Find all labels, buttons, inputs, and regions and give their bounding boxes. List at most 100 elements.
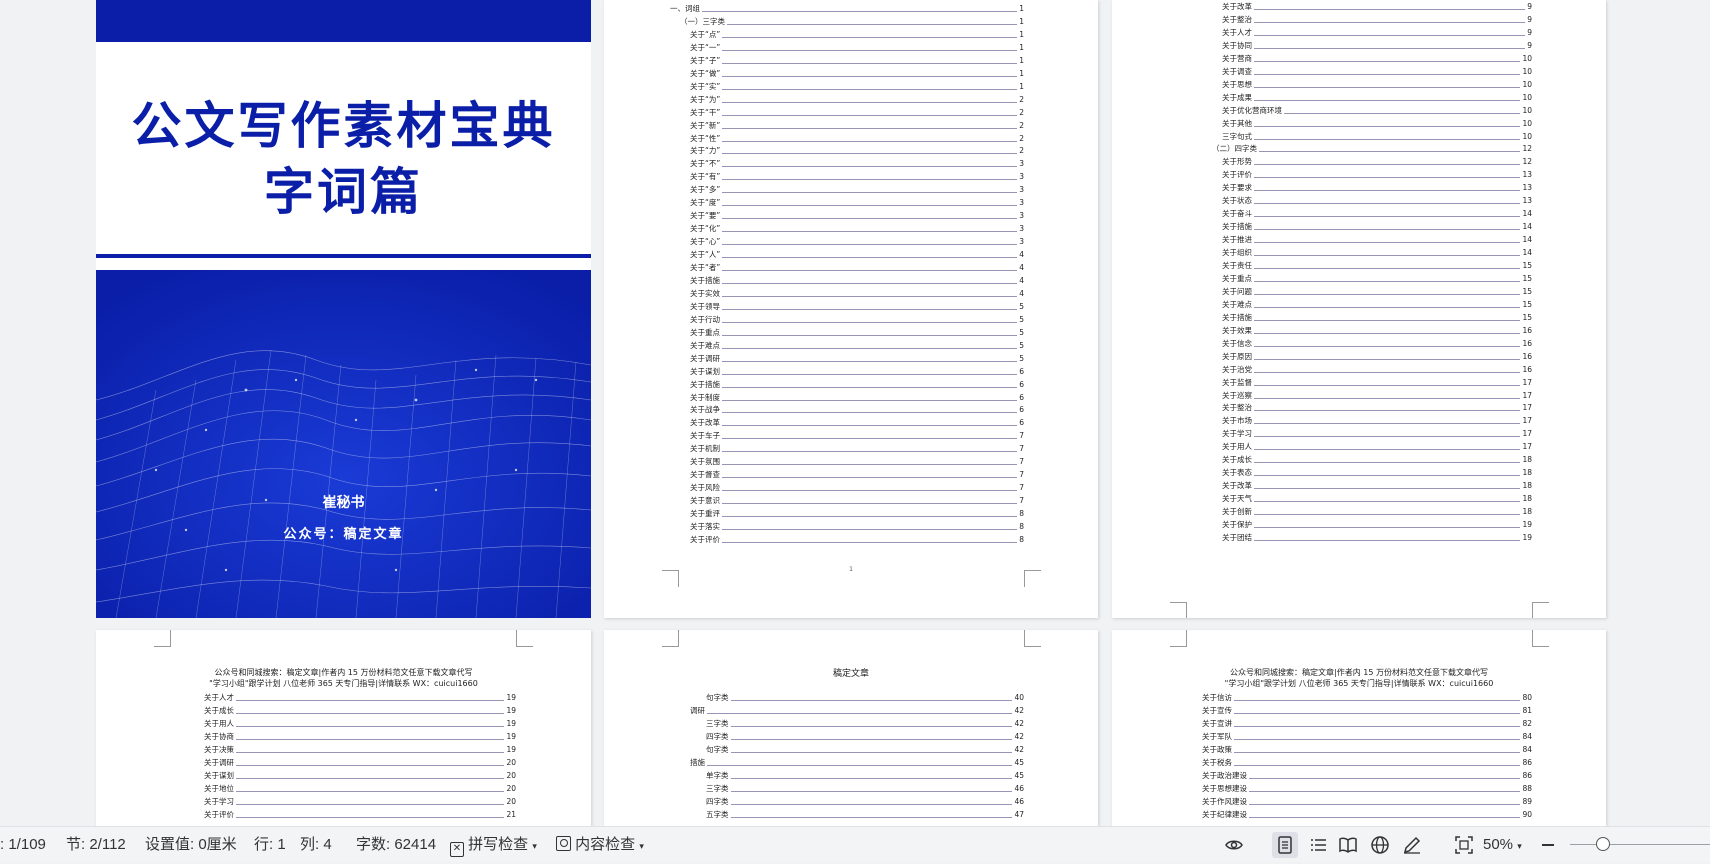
toc-entry[interactable]: 关于团结 19 xyxy=(1222,532,1532,544)
toc-entry[interactable]: 关于组织 14 xyxy=(1222,247,1532,259)
toc-entry[interactable]: 关于“者” 4 xyxy=(690,262,1024,274)
toc-entry[interactable]: 措施 45 xyxy=(690,757,1024,769)
toc-entry[interactable]: 关于措施 6 xyxy=(690,379,1024,391)
toc-entry[interactable]: 关于其他 10 xyxy=(1222,118,1532,130)
toc-entry[interactable]: 句字类 42 xyxy=(706,744,1024,756)
toc-entry[interactable]: 关于形势 12 xyxy=(1222,156,1532,168)
content-check-button[interactable]: 内容检查 ▾ xyxy=(556,827,644,862)
toc-entry[interactable]: 关于“实” 1 xyxy=(690,81,1024,93)
zoom-dropdown[interactable]: 50% ▾ xyxy=(1483,827,1522,862)
toc-entry[interactable]: 关于行动 5 xyxy=(690,314,1024,326)
toc-entry[interactable]: 关于市场 17 xyxy=(1222,415,1532,427)
toc-entry[interactable]: 关于优化营商环境 10 xyxy=(1222,105,1532,117)
toc-entry[interactable]: 关于战争 6 xyxy=(690,404,1024,416)
toc-entry[interactable]: 关于原因 16 xyxy=(1222,351,1532,363)
toc-entry[interactable]: 关于协商 19 xyxy=(204,731,516,743)
toc-entry[interactable]: 调研 42 xyxy=(690,705,1024,717)
pen-icon[interactable] xyxy=(1402,835,1422,855)
reading-mode-icon[interactable] xyxy=(1338,835,1358,855)
toc-entry[interactable]: 关于学习 20 xyxy=(204,796,516,808)
toc-entry[interactable]: 关于作风建设 89 xyxy=(1202,796,1532,808)
column-indicator[interactable]: 列: 4 xyxy=(300,827,332,862)
toc-entry[interactable]: （二）四字类 12 xyxy=(1212,143,1532,155)
toc-entry[interactable]: 关于措施 14 xyxy=(1222,221,1532,233)
toc-entry[interactable]: 关于整治 9 xyxy=(1222,14,1532,26)
toc-entry[interactable]: 关于用人 19 xyxy=(204,718,516,730)
toc-entry[interactable]: 关于效果 16 xyxy=(1222,325,1532,337)
toc-entry[interactable]: 关于“人” 4 xyxy=(690,249,1024,261)
toc-entry[interactable]: 关于实效 4 xyxy=(690,288,1024,300)
toc-entry[interactable]: 关于谋划 6 xyxy=(690,366,1024,378)
toc-entry[interactable]: 关于保护 19 xyxy=(1222,519,1532,531)
zoom-slider-handle[interactable] xyxy=(1596,837,1610,851)
toc-entry[interactable]: 关于风险 7 xyxy=(690,482,1024,494)
toc-entry[interactable]: 五字类 47 xyxy=(706,809,1024,821)
toc-entry[interactable]: 关于创新 18 xyxy=(1222,506,1532,518)
toc-entry[interactable]: 关于“度” 3 xyxy=(690,197,1024,209)
toc-entry[interactable]: 关于成长 19 xyxy=(204,705,516,717)
toc-entry[interactable]: 单字类 45 xyxy=(706,770,1024,782)
toc-entry[interactable]: 关于“子” 1 xyxy=(690,55,1024,67)
toc-entry[interactable]: 一、词组 1 xyxy=(670,3,1024,15)
zoom-out-button[interactable] xyxy=(1538,835,1558,855)
toc-entry[interactable]: 关于重点 5 xyxy=(690,327,1024,339)
toc-entry[interactable]: 关于“新” 2 xyxy=(690,120,1024,132)
toc-entry[interactable]: 关于调研 20 xyxy=(204,757,516,769)
toc-entry[interactable]: 关于要求 13 xyxy=(1222,182,1532,194)
toc-entry[interactable]: 关于状态 13 xyxy=(1222,195,1532,207)
toc-entry[interactable]: 关于评价 8 xyxy=(690,534,1024,546)
toc-entry[interactable]: 关于“性” 2 xyxy=(690,133,1024,145)
toc-entry[interactable]: 关于难点 15 xyxy=(1222,299,1532,311)
toc-entry[interactable]: 句字类 40 xyxy=(706,692,1024,704)
web-view-icon[interactable] xyxy=(1370,835,1390,855)
toc-entry[interactable]: 关于制度 6 xyxy=(690,392,1024,404)
toc-entry[interactable]: 关于重评 8 xyxy=(690,508,1024,520)
toc-entry[interactable]: 关于“点” 1 xyxy=(690,29,1024,41)
toc-entry[interactable]: 关于重点 15 xyxy=(1222,273,1532,285)
toc-entry[interactable]: 关于思想 10 xyxy=(1222,79,1532,91)
toc-entry[interactable]: 关于领导 5 xyxy=(690,301,1024,313)
outline-view-icon[interactable] xyxy=(1308,835,1328,855)
toc-entry[interactable]: 关于调查 10 xyxy=(1222,66,1532,78)
toc-entry[interactable]: 关于氛围 7 xyxy=(690,456,1024,468)
toc-entry[interactable]: 关于学习 17 xyxy=(1222,428,1532,440)
toc-entry[interactable]: 关于意识 7 xyxy=(690,495,1024,507)
toc-entry[interactable]: 关于机制 7 xyxy=(690,443,1024,455)
toc-entry[interactable]: 关于思想建设 88 xyxy=(1202,783,1532,795)
toc-entry[interactable]: 关于改革 9 xyxy=(1222,1,1532,13)
toc-entry[interactable]: 四字类 46 xyxy=(706,796,1024,808)
section-indicator[interactable]: 节: 2/112 xyxy=(66,827,126,862)
toc-entry[interactable]: 关于决策 19 xyxy=(204,744,516,756)
toc-entry[interactable]: 关于政策 84 xyxy=(1202,744,1532,756)
fit-page-icon[interactable] xyxy=(1454,835,1474,855)
toc-entry[interactable]: 关于评价 13 xyxy=(1222,169,1532,181)
toc-entry[interactable]: 三字类 46 xyxy=(706,783,1024,795)
toc-entry[interactable]: 关于“做” 1 xyxy=(690,68,1024,80)
toc-entry[interactable]: 关于监督 17 xyxy=(1222,377,1532,389)
toc-entry[interactable]: 关于“有” 3 xyxy=(690,171,1024,183)
toc-entry[interactable]: 关于难点 5 xyxy=(690,340,1024,352)
toc-entry[interactable]: 关于落实 8 xyxy=(690,521,1024,533)
toc-entry[interactable]: 三字类 42 xyxy=(706,718,1024,730)
toc-entry[interactable]: 关于奋斗 14 xyxy=(1222,208,1532,220)
toc-entry[interactable]: 关于“多” 3 xyxy=(690,184,1024,196)
toc-entry[interactable]: 关于“干” 2 xyxy=(690,107,1024,119)
toc-entry[interactable]: 关于巡察 17 xyxy=(1222,390,1532,402)
toc-entry[interactable]: 关于政治建设 86 xyxy=(1202,770,1532,782)
toc-entry[interactable]: 关于措施 4 xyxy=(690,275,1024,287)
toc-entry[interactable]: 关于税务 86 xyxy=(1202,757,1532,769)
toc-entry[interactable]: 关于宣传 81 xyxy=(1202,705,1532,717)
toc-entry[interactable]: 关于谋划 20 xyxy=(204,770,516,782)
toc-entry[interactable]: 关于“心” 3 xyxy=(690,236,1024,248)
toc-entry[interactable]: 关于纪律建设 90 xyxy=(1202,809,1532,821)
toc-entry[interactable]: 关于“力” 2 xyxy=(690,145,1024,157)
page-indicator[interactable]: : 1/109 xyxy=(0,827,46,862)
toc-entry[interactable]: 关于“为” 2 xyxy=(690,94,1024,106)
toc-entry[interactable]: 关于人才 9 xyxy=(1222,27,1532,39)
toc-entry[interactable]: 关于车子 7 xyxy=(690,430,1024,442)
toc-entry[interactable]: 关于表态 18 xyxy=(1222,467,1532,479)
row-indicator[interactable]: 行: 1 xyxy=(254,827,286,862)
toc-entry[interactable]: 关于评价 21 xyxy=(204,809,516,821)
toc-entry[interactable]: 关于信访 80 xyxy=(1202,692,1532,704)
toc-entry[interactable]: 关于“要” 3 xyxy=(690,210,1024,222)
